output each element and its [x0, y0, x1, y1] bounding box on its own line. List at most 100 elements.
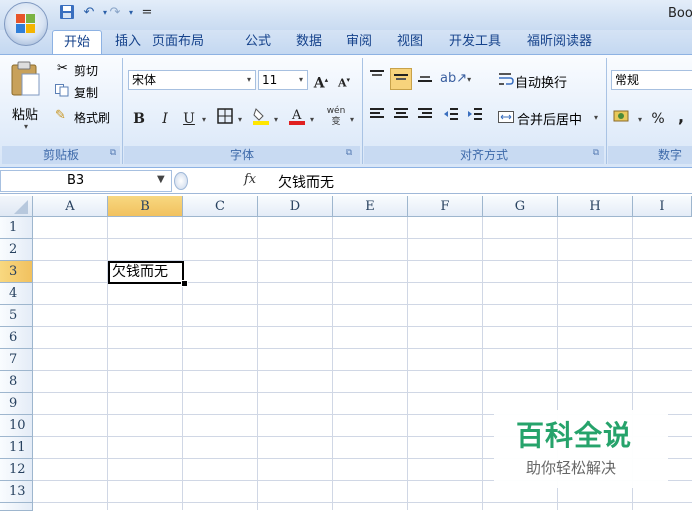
italic-button[interactable]: I	[154, 108, 176, 130]
tab-home[interactable]: 开始	[52, 30, 102, 54]
phonetic-guide-button[interactable]: wén 变	[322, 106, 350, 128]
copy-button[interactable]: 复制	[74, 84, 98, 101]
align-center-icon[interactable]	[390, 106, 412, 128]
row-header-12[interactable]: 12	[0, 459, 33, 481]
accounting-dropdown-icon[interactable]: ▾	[638, 115, 642, 124]
underline-button[interactable]: U	[178, 108, 200, 130]
align-top-icon[interactable]	[366, 68, 388, 90]
office-button[interactable]	[4, 2, 48, 46]
alignment-group-label: 对齐方式	[364, 146, 604, 164]
number-format-select[interactable]: 常规	[611, 70, 692, 90]
merge-dropdown-icon[interactable]: ▾	[594, 113, 598, 122]
row-gridline	[33, 502, 692, 503]
tab-insert[interactable]: 插入	[115, 30, 141, 54]
row-header-11[interactable]: 11	[0, 437, 33, 459]
formula-bar-grip-icon[interactable]	[174, 172, 188, 190]
cut-button[interactable]: 剪切	[74, 62, 98, 79]
format-painter-icon[interactable]: ✎	[55, 108, 66, 123]
copy-icon[interactable]	[55, 84, 69, 97]
border-icon[interactable]	[214, 108, 236, 130]
row-header-4[interactable]: 4	[0, 283, 33, 305]
active-cell-b3[interactable]: 欠钱而无	[108, 261, 184, 284]
percent-button[interactable]: %	[648, 108, 668, 130]
merge-center-button[interactable]: 合并后居中	[517, 109, 582, 128]
column-header-d[interactable]: D	[258, 196, 333, 217]
tab-view[interactable]: 视图	[397, 30, 423, 54]
row-header-7[interactable]: 7	[0, 349, 33, 371]
row-header-3[interactable]: 3	[0, 261, 33, 283]
font-launcher-icon[interactable]: ⧉	[344, 148, 354, 158]
name-box-value: B3	[67, 173, 85, 188]
fill-handle[interactable]	[181, 280, 188, 287]
font-color-dropdown-icon[interactable]: ▾	[310, 115, 314, 124]
row-header-1[interactable]: 1	[0, 217, 33, 239]
fill-color-dropdown-icon[interactable]: ▾	[274, 115, 278, 124]
column-header-b[interactable]: B	[108, 196, 183, 217]
group-divider	[122, 58, 123, 164]
row-gridline	[33, 392, 692, 393]
border-dropdown-icon[interactable]: ▾	[238, 115, 242, 124]
row-gridline	[33, 370, 692, 371]
wrap-text-button[interactable]: 自动换行	[515, 72, 567, 91]
column-header-h[interactable]: H	[558, 196, 633, 217]
formula-input[interactable]: 欠钱而无	[278, 172, 334, 192]
font-group-label: 字体	[124, 146, 360, 164]
name-box-dropdown-icon[interactable]: ▼	[157, 174, 165, 185]
column-header-c[interactable]: C	[183, 196, 258, 217]
orientation-icon[interactable]: ab↗▾	[440, 68, 471, 90]
tab-review[interactable]: 审阅	[346, 30, 372, 54]
merge-center-icon[interactable]	[498, 111, 514, 123]
phonetic-dropdown-icon[interactable]: ▾	[350, 115, 354, 124]
cut-icon[interactable]: ✂	[57, 61, 68, 76]
watermark-subtitle: 助你轻松解决	[526, 459, 617, 477]
accounting-format-icon[interactable]	[612, 106, 636, 128]
column-header-g[interactable]: G	[483, 196, 558, 217]
fill-color-icon[interactable]	[250, 106, 272, 128]
row-header-6[interactable]: 6	[0, 327, 33, 349]
number-format-value: 常规	[615, 73, 640, 87]
row-header-9[interactable]: 9	[0, 393, 33, 415]
align-left-icon[interactable]	[366, 106, 388, 128]
align-middle-icon[interactable]	[390, 68, 412, 90]
increase-indent-icon[interactable]	[464, 106, 486, 128]
column-header-i[interactable]: I	[633, 196, 692, 217]
tab-page-layout[interactable]: 页面布局	[152, 30, 204, 54]
column-header-e[interactable]: E	[333, 196, 408, 217]
align-right-icon[interactable]	[414, 106, 436, 128]
row-header-13[interactable]: 13	[0, 481, 33, 503]
name-box[interactable]: B3 ▼	[0, 170, 172, 192]
save-icon[interactable]	[58, 4, 76, 22]
tab-developer[interactable]: 开发工具	[449, 30, 501, 54]
paste-icon[interactable]	[8, 60, 44, 100]
number-group-label: 数字	[608, 146, 692, 164]
font-name-value: 宋体	[132, 73, 157, 87]
font-color-icon[interactable]: A	[286, 106, 308, 128]
customize-quick-access-icon[interactable]: =	[138, 4, 156, 22]
decrease-indent-icon[interactable]	[440, 106, 462, 128]
insert-function-button[interactable]: fx	[244, 172, 256, 187]
tab-data[interactable]: 数据	[296, 30, 322, 54]
column-header-a[interactable]: A	[33, 196, 108, 217]
row-header-2[interactable]: 2	[0, 239, 33, 261]
underline-dropdown-icon[interactable]: ▾	[202, 115, 206, 124]
wrap-text-icon[interactable]	[498, 72, 514, 86]
clipboard-launcher-icon[interactable]: ⧉	[108, 148, 118, 158]
select-all-button[interactable]	[0, 196, 33, 217]
row-header-8[interactable]: 8	[0, 371, 33, 393]
shrink-font-button[interactable]: A▾	[333, 69, 355, 91]
alignment-launcher-icon[interactable]: ⧉	[591, 148, 601, 158]
row-header-5[interactable]: 5	[0, 305, 33, 327]
align-bottom-icon[interactable]	[414, 68, 436, 90]
grow-font-button[interactable]: A▴	[311, 69, 331, 92]
format-painter-button[interactable]: 格式刷	[74, 109, 110, 126]
paste-dropdown-icon[interactable]: ▾	[24, 122, 28, 131]
paste-button[interactable]: 粘贴	[12, 104, 38, 123]
tab-foxit-reader[interactable]: 福昕阅读器	[527, 30, 592, 54]
font-name-select[interactable]: 宋体 ▾	[128, 70, 256, 90]
font-size-select[interactable]: 11 ▾	[258, 70, 308, 90]
row-header-10[interactable]: 10	[0, 415, 33, 437]
comma-style-button[interactable]: ,	[674, 106, 688, 128]
bold-button[interactable]: B	[128, 108, 150, 130]
tab-formulas[interactable]: 公式	[245, 30, 271, 54]
column-header-f[interactable]: F	[408, 196, 483, 217]
